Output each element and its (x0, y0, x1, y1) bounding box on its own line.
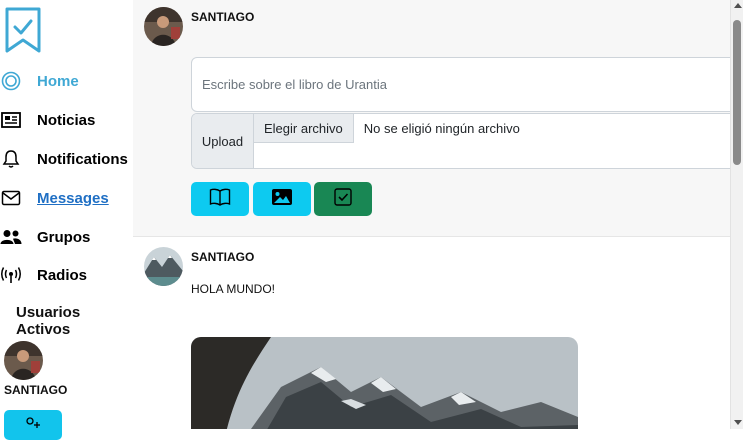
active-users-title: Usuarios Activos (16, 304, 81, 338)
sidebar-item-label: Noticias (37, 111, 96, 129)
broadcast-icon (0, 264, 22, 286)
sidebar: Home Noticias Notifications Messages Gru… (0, 0, 133, 440)
scroll-down-arrow-icon[interactable] (734, 420, 742, 425)
upload-input-group: Upload Elegir archivo No se eligió ningú… (191, 113, 730, 169)
sidebar-item-grupos[interactable]: Grupos (0, 224, 90, 250)
post-avatar[interactable] (144, 247, 183, 286)
sidebar-item-radios[interactable]: Radios (0, 262, 87, 288)
sidebar-item-noticias[interactable]: Noticias (0, 107, 95, 133)
bell-icon (0, 148, 22, 170)
scroll-up-arrow-icon[interactable] (734, 3, 742, 8)
scroll-thumb[interactable] (733, 20, 741, 165)
active-user-name: SANTIAGO (4, 383, 68, 397)
sidebar-item-label: Grupos (37, 228, 91, 246)
home-icon (0, 70, 22, 92)
composer-username: SANTIAGO (191, 10, 255, 24)
submit-check-button[interactable] (314, 182, 372, 216)
file-status: No se eligió ningún archivo (363, 121, 520, 136)
active-user-item[interactable]: SANTIAGO (4, 341, 67, 397)
post-text-placeholder: Escribe sobre el libro de Urantia (202, 77, 387, 92)
sidebar-item-notifications[interactable]: Notifications (0, 146, 128, 172)
avatar[interactable] (4, 341, 43, 380)
post-image[interactable] (191, 337, 578, 429)
bookmark-check-logo-icon[interactable] (4, 6, 42, 54)
envelope-icon (0, 187, 22, 209)
sidebar-item-label: Radios (37, 266, 88, 284)
post-text: HOLA MUNDO! (191, 282, 276, 296)
avatar[interactable] (144, 7, 183, 46)
people-icon (0, 226, 22, 248)
upload-label: Upload (192, 114, 254, 168)
newspaper-icon (0, 109, 22, 131)
image-button[interactable] (253, 182, 311, 216)
post-composer: SANTIAGO Escribe sobre el libro de Urant… (133, 0, 730, 237)
image-icon (271, 188, 293, 211)
sidebar-item-messages[interactable]: Messages (0, 185, 109, 211)
book-button[interactable] (191, 182, 249, 216)
add-user-button[interactable] (4, 410, 62, 440)
choose-file-button[interactable]: Elegir archivo (254, 114, 354, 143)
sidebar-item-label: Notifications (37, 150, 128, 168)
sidebar-item-home[interactable]: Home (0, 68, 79, 94)
sidebar-item-label: Messages (37, 189, 109, 207)
person-plus-icon (24, 417, 42, 436)
vertical-scrollbar[interactable] (730, 0, 743, 429)
post-username: SANTIAGO (191, 250, 255, 264)
post-text-input[interactable]: Escribe sobre el libro de Urantia (191, 57, 730, 112)
check-square-icon (334, 187, 352, 211)
main-feed: SANTIAGO Escribe sobre el libro de Urant… (133, 0, 730, 429)
sidebar-item-label: Home (37, 72, 79, 90)
book-icon (209, 188, 231, 211)
